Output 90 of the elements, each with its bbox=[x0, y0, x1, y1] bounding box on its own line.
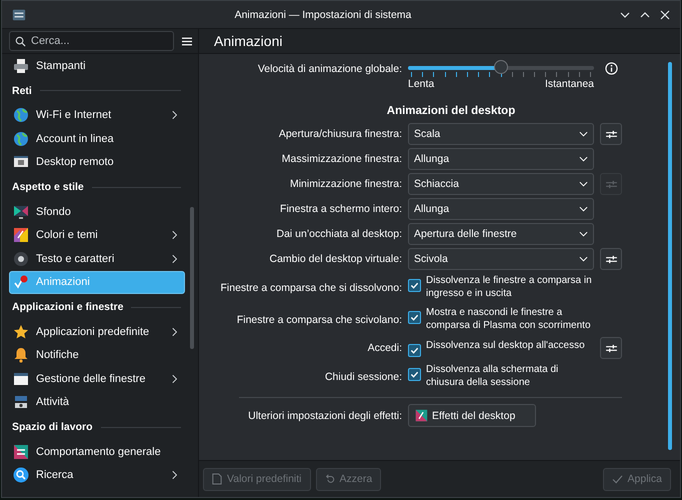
configure-button[interactable] bbox=[600, 123, 622, 145]
chevron-icon bbox=[172, 254, 178, 264]
section-title: Animazioni del desktop bbox=[386, 105, 516, 117]
sidebar-item[interactable]: Applicazioni predefinite bbox=[9, 320, 185, 344]
info-icon[interactable] bbox=[604, 62, 618, 75]
sidebar-item[interactable]: Sfondo bbox=[9, 200, 185, 224]
checkbox[interactable] bbox=[408, 279, 421, 292]
checkbox-label: Dissolvenza le finestre a comparsa in ingresso e in uscita bbox=[426, 275, 593, 300]
caret-icon bbox=[579, 256, 588, 262]
chevron-icon bbox=[172, 374, 178, 384]
globe-icon bbox=[13, 107, 29, 124]
minimize-icon[interactable] bbox=[620, 10, 630, 20]
page-title: Animazioni bbox=[214, 33, 282, 49]
sidebar-item[interactable]: Notifiche bbox=[9, 344, 185, 367]
caret-icon bbox=[579, 156, 588, 162]
checkbox-label: Mostra e nascondi le finestre a comparsa di Plasma con scorrimento bbox=[426, 307, 592, 332]
checkbox-label: Dissolvenza sul desktop all'accesso bbox=[426, 340, 585, 352]
field-label: Finestre a comparsa che scivolano: bbox=[236, 314, 402, 326]
field-label: Finestra a schermo intero: bbox=[279, 203, 402, 215]
dropdown[interactable]: Apertura delle finestre bbox=[408, 223, 594, 245]
window-title: Animazioni — Impostazioni di sistema bbox=[234, 8, 412, 20]
palette-icon bbox=[13, 227, 29, 244]
maximize-icon[interactable] bbox=[640, 10, 650, 20]
sidebar-item[interactable]: Comportamento generale bbox=[9, 440, 185, 464]
section-header: Aspetto e stile bbox=[12, 181, 84, 193]
slider-min-label: Lenta bbox=[408, 78, 434, 90]
section-header: Spazio di lavoro bbox=[12, 421, 93, 433]
dropdown[interactable]: Allunga bbox=[408, 198, 594, 220]
search-field[interactable]: Cerca... bbox=[9, 31, 174, 51]
section-header: Reti bbox=[12, 84, 32, 96]
field-label: Apertura/chiusura finestra: bbox=[278, 128, 402, 140]
animation-icon bbox=[13, 274, 29, 290]
sidebar-item[interactable]: Colori e temi bbox=[9, 224, 185, 247]
chevron-icon bbox=[172, 470, 178, 480]
scrollbar-thumb[interactable] bbox=[668, 62, 672, 450]
globe-icon bbox=[13, 130, 29, 147]
checkbox[interactable] bbox=[408, 368, 421, 381]
caret-icon bbox=[579, 206, 588, 212]
field-label: Minimizzazione finestra: bbox=[288, 178, 402, 190]
search-icon bbox=[13, 467, 29, 484]
sidebar-item[interactable]: Testo e caratteri bbox=[9, 247, 185, 270]
dropdown[interactable]: Schiaccia bbox=[408, 173, 594, 195]
activities-icon bbox=[13, 394, 29, 410]
speed-slider[interactable] bbox=[408, 60, 594, 77]
field-label: Velocità di animazione globale: bbox=[256, 62, 402, 74]
menu-icon[interactable] bbox=[182, 36, 192, 46]
chevron-icon bbox=[172, 110, 178, 120]
picture-icon bbox=[13, 204, 29, 220]
caret-icon bbox=[579, 181, 588, 187]
caret-icon bbox=[579, 231, 588, 237]
slider-max-label: Istantanea bbox=[544, 78, 594, 90]
undo-icon bbox=[324, 474, 335, 484]
field-label: Finestre a comparsa che si dissolvono: bbox=[220, 282, 402, 294]
chevron-icon bbox=[172, 230, 178, 240]
scrollbar-thumb[interactable] bbox=[190, 207, 194, 349]
search-icon bbox=[15, 36, 26, 47]
printer-icon bbox=[13, 58, 29, 74]
dropdown[interactable]: Allunga bbox=[408, 148, 594, 170]
circle-icon bbox=[13, 250, 29, 267]
star-icon bbox=[13, 324, 29, 340]
caret-icon bbox=[579, 131, 588, 137]
configure-button[interactable] bbox=[600, 337, 622, 359]
field-label: Massimizzazione finestra: bbox=[280, 153, 402, 165]
field-label: Chiudi sessione: bbox=[324, 370, 402, 382]
checkmark-icon bbox=[612, 474, 623, 484]
slider-handle[interactable] bbox=[494, 60, 508, 74]
sidebar-item[interactable]: Ricerca bbox=[9, 464, 185, 487]
dropdown[interactable]: Scala bbox=[408, 123, 594, 145]
checkbox-label: Dissolvenza alla schermata di chiusura della sessione bbox=[426, 364, 560, 389]
bell-icon bbox=[13, 347, 29, 364]
sidebar-item[interactable]: Desktop remoto bbox=[9, 150, 185, 174]
sidebar-item[interactable]: Gestione delle finestre bbox=[9, 367, 185, 390]
section-header: Applicazioni e finestre bbox=[12, 301, 124, 313]
dropdown[interactable]: Scivola bbox=[408, 248, 594, 270]
field-label: Cambio del desktop virtuale: bbox=[268, 253, 402, 265]
chevron-icon bbox=[172, 326, 178, 337]
sidebar-item[interactable]: Stampanti bbox=[9, 54, 185, 78]
sidebar-item[interactable]: Account in linea bbox=[9, 127, 185, 150]
sidebar-item[interactable]: Wi-Fi e Internet bbox=[9, 104, 185, 127]
field-label: Ulteriori impostazioni degli effetti: bbox=[247, 410, 402, 422]
sidebar-item[interactable]: Attività bbox=[9, 390, 185, 414]
document-icon bbox=[212, 473, 222, 485]
configure-button[interactable] bbox=[600, 248, 622, 270]
checkbox[interactable] bbox=[408, 311, 421, 324]
desktop-effects-button[interactable]: Effetti del desktop bbox=[408, 404, 536, 427]
field-label: Dai un’occhiata al desktop: bbox=[276, 228, 402, 240]
checkbox[interactable] bbox=[408, 344, 421, 356]
window-icon bbox=[13, 370, 29, 387]
field-label: Accedi: bbox=[366, 342, 402, 354]
close-icon[interactable] bbox=[660, 10, 670, 20]
